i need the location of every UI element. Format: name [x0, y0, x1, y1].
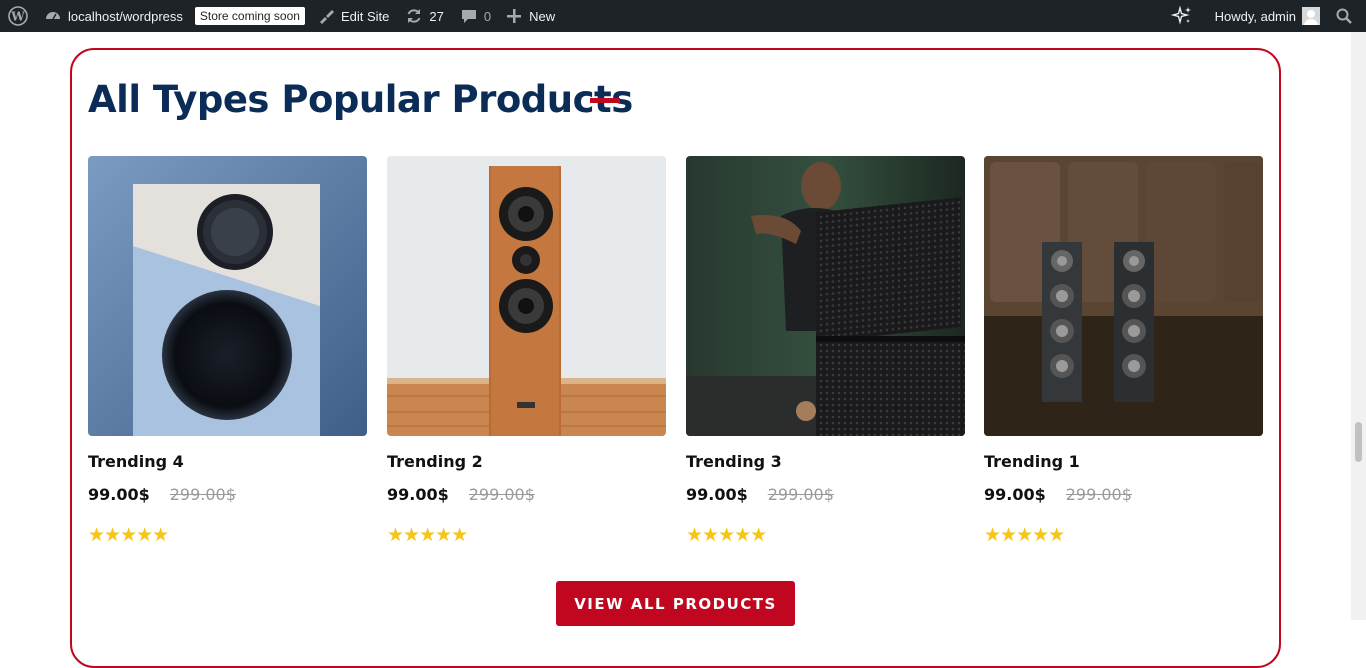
dashboard-icon [44, 7, 62, 25]
plus-icon [507, 9, 522, 23]
avatar [1302, 7, 1320, 25]
product-card[interactable]: Trending 3 99.00$ 299.00$ ★★★★★ [686, 156, 965, 546]
product-title[interactable]: Trending 4 [88, 452, 184, 471]
price-row: 99.00$ 299.00$ [88, 485, 236, 504]
updates-count: 27 [429, 8, 444, 24]
price-row: 99.00$ 299.00$ [984, 485, 1132, 504]
sale-price: 99.00$ [984, 485, 1046, 504]
section-heading: All Types Popular Products [88, 78, 633, 121]
product-image[interactable] [88, 156, 367, 436]
my-account-menu[interactable]: Howdy, admin [1207, 0, 1328, 32]
regular-price: 299.00$ [468, 485, 535, 504]
star-rating: ★★★★★ [88, 525, 169, 546]
search-button[interactable] [1328, 0, 1366, 32]
sale-price: 99.00$ [686, 485, 748, 504]
site-name: localhost/wordpress [68, 8, 183, 24]
edit-site-label: Edit Site [340, 8, 390, 24]
sparkle-icon [1170, 5, 1193, 27]
updates-link[interactable]: 27 [397, 0, 451, 32]
regular-price: 299.00$ [169, 485, 236, 504]
price-row: 99.00$ 299.00$ [387, 485, 535, 504]
heading-accent-line [590, 98, 620, 103]
star-rating: ★★★★★ [387, 525, 468, 546]
ai-assistant-button[interactable] [1163, 0, 1207, 32]
site-name-link[interactable]: localhost/wordpress [36, 0, 191, 32]
howdy-label: Howdy, admin [1214, 8, 1296, 24]
wordpress-logo-icon[interactable]: W [0, 0, 36, 32]
edit-site-link[interactable]: Edit Site [309, 0, 397, 32]
product-image[interactable] [686, 156, 965, 436]
page-scrollbar[interactable] [1351, 32, 1366, 620]
sale-price: 99.00$ [88, 485, 150, 504]
product-title[interactable]: Trending 1 [984, 452, 1080, 471]
star-rating: ★★★★★ [984, 525, 1065, 546]
admin-bar: W localhost/wordpress Store coming soon … [0, 0, 1366, 32]
product-title[interactable]: Trending 2 [387, 452, 483, 471]
product-title[interactable]: Trending 3 [686, 452, 782, 471]
scrollbar-thumb[interactable] [1355, 422, 1362, 462]
store-coming-soon-badge: Store coming soon [194, 7, 305, 25]
comments-link[interactable]: 0 [452, 0, 499, 32]
comments-count: 0 [483, 8, 492, 24]
comment-icon [460, 7, 478, 25]
brush-icon [317, 7, 335, 25]
star-rating: ★★★★★ [686, 525, 767, 546]
svg-text:W: W [10, 10, 25, 24]
product-card[interactable]: Trending 2 99.00$ 299.00$ ★★★★★ [387, 156, 666, 546]
search-icon [1336, 8, 1352, 24]
new-label: New [529, 8, 556, 24]
price-row: 99.00$ 299.00$ [686, 485, 834, 504]
new-content-link[interactable]: New [499, 0, 563, 32]
updates-icon [405, 7, 423, 25]
sale-price: 99.00$ [387, 485, 449, 504]
regular-price: 299.00$ [1065, 485, 1132, 504]
store-status[interactable]: Store coming soon [191, 0, 309, 32]
product-image[interactable] [984, 156, 1263, 436]
product-image[interactable] [387, 156, 666, 436]
product-card[interactable]: Trending 1 99.00$ 299.00$ ★★★★★ [984, 156, 1263, 546]
view-all-products-button[interactable]: VIEW ALL PRODUCTS [556, 581, 795, 626]
product-card[interactable]: Trending 4 99.00$ 299.00$ ★★★★★ [88, 156, 367, 546]
regular-price: 299.00$ [767, 485, 834, 504]
